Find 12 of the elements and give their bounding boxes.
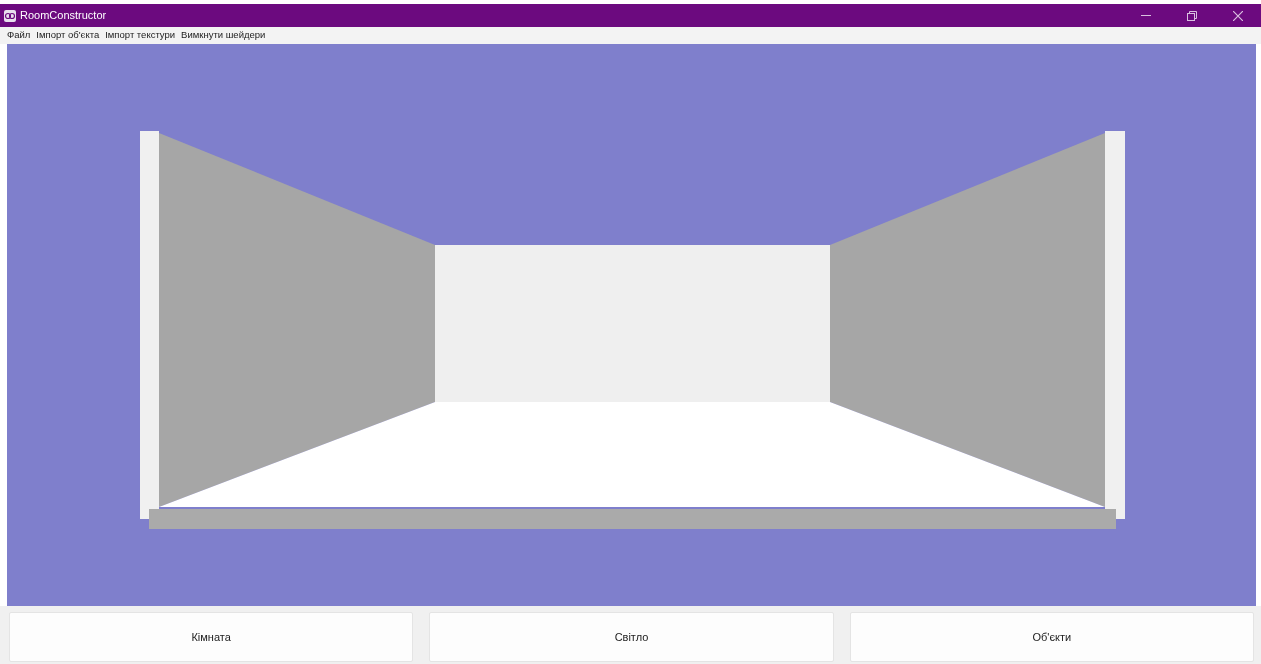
app-icon — [4, 9, 16, 22]
panel-button[interactable]: Кімната — [9, 612, 414, 662]
window-title: RoomConstructor — [20, 8, 107, 24]
restore-icon[interactable] — [1187, 10, 1197, 21]
menu-item[interactable]: Імпорт текстури — [102, 28, 179, 43]
menu-item[interactable]: Вимкнути шейдери — [178, 28, 269, 43]
close-icon[interactable] — [1233, 10, 1243, 21]
minimize-icon[interactable] — [1141, 14, 1151, 17]
panel-button[interactable]: Об'єкти — [849, 612, 1254, 662]
panel-button[interactable]: Світло — [429, 612, 834, 662]
menu-item[interactable]: Імпорт об'єкта — [33, 28, 103, 43]
menu-item[interactable]: Файл — [4, 28, 34, 43]
